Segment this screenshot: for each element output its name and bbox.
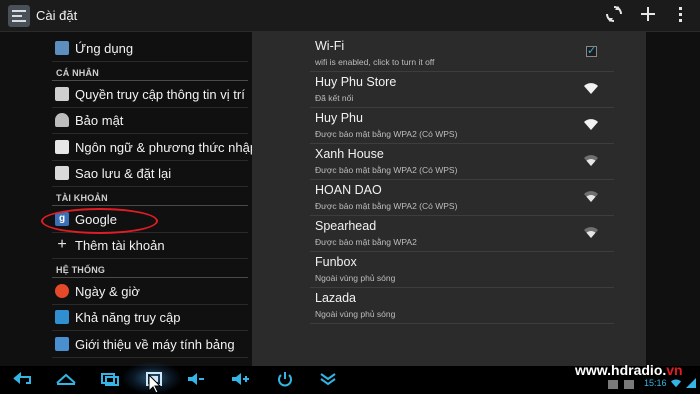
sidebar-item-language[interactable]: Ngôn ngữ & phương thức nhập [52,135,257,161]
sidebar-item-label: Khả năng truy cập [75,310,181,325]
network-status: Được bảo mật bằng WPA2 (Có WPS) [315,201,458,211]
network-status: Được bảo mật bằng WPA2 [315,237,417,247]
sidebar-item-label: Sao lưu & đặt lại [75,166,172,181]
plus-icon: + [57,236,67,253]
sidebar-item-accessibility[interactable]: Khả năng truy cập [52,305,248,331]
network-item[interactable]: Huy Phu Được bảo mật bằng WPA2 (Có WPS) [310,108,614,144]
clock-icon [55,284,69,298]
home-icon[interactable] [55,371,77,389]
watermark-suffix: vn [666,362,683,378]
wifi-signal-icon [584,83,598,94]
settings-app-icon[interactable] [8,5,30,27]
apps-icon [55,41,69,55]
sidebar-item-datetime[interactable]: Ngày & giờ [52,279,248,305]
sidebar-item-label: Ngày & giờ [75,284,140,299]
section-header-system: HỆ THỐNG [56,265,106,275]
volume-down-icon[interactable] [185,371,207,389]
sidebar-item-about[interactable]: Giới thiệu về máy tính bảng [52,332,248,358]
sidebar-item-label: Quyền truy cập thông tin vị trí [75,87,245,102]
sidebar-item-backup[interactable]: Sao lưu & đặt lại [52,161,248,187]
network-item[interactable]: Lazada Ngoài vùng phủ sóng [310,288,614,324]
network-status: Được bảo mật bằng WPA2 (Có WPS) [315,165,458,175]
sidebar-item-add-account[interactable]: + Thêm tài khoản [52,233,248,259]
wifi-toggle-row[interactable]: Wi-Fi wifi is enabled, click to turn it … [310,36,614,72]
network-item[interactable]: Funbox Ngoài vùng phủ sóng [310,252,614,288]
network-name: HOAN DAO [315,183,382,197]
tablet-icon [55,337,69,351]
accessibility-icon [55,310,69,324]
usb-icon [608,380,618,389]
watermark-main: www.hdradio. [575,362,667,378]
sync-icon[interactable] [602,4,626,28]
sidebar-item-label: Giới thiệu về máy tính bảng [75,337,235,352]
wifi-secured-signal-icon [584,227,598,238]
network-item[interactable]: Spearhead Được bảo mật bằng WPA2 [310,216,614,252]
network-status: Ngoài vùng phủ sóng [315,273,396,283]
network-item[interactable]: HOAN DAO Được bảo mật bằng WPA2 (Có WPS) [310,180,614,216]
section-header-personal: CÁ NHÂN [56,68,99,78]
network-name: Huy Phu [315,111,363,125]
network-name: Xanh House [315,147,384,161]
sidebar-item-label: Ứng dụng [75,41,134,56]
overflow-menu-icon[interactable] [668,4,692,28]
action-bar: Cài đặt [0,0,700,32]
network-item[interactable]: Xanh House Được bảo mật bằng WPA2 (Có WP… [310,144,614,180]
backup-icon [55,166,69,180]
sidebar-item-label: Thêm tài khoản [75,238,165,253]
page-title: Cài đặt [36,8,78,23]
status-clock: 15:16 [644,378,667,388]
network-name: Spearhead [315,219,377,233]
recent-apps-icon[interactable] [99,371,121,389]
wifi-status-icon [671,379,681,388]
location-icon [55,87,69,101]
highlight-annotation [41,208,158,234]
sidebar-item-label: Bảo mật [75,113,124,128]
sidebar-item-label: Ngôn ngữ & phương thức nhập [75,140,258,155]
network-status: Ngoài vùng phủ sóng [315,309,396,319]
section-divider [52,205,248,206]
section-header-accounts: TÀI KHOẢN [56,193,108,203]
hide-bar-icon[interactable] [317,371,339,389]
power-icon[interactable] [274,371,296,389]
download-icon [624,380,634,389]
section-divider [52,80,248,81]
network-name: Lazada [315,291,357,305]
sidebar-item-location[interactable]: Quyền truy cập thông tin vị trí [52,82,248,108]
lock-icon [55,113,69,127]
back-icon[interactable] [11,371,33,389]
network-status: Được bảo mật bằng WPA2 (Có WPS) [315,129,458,139]
sidebar-item-apps[interactable]: Ứng dụng [52,36,248,62]
wifi-toggle-status: wifi is enabled, click to turn it off [315,57,435,67]
wifi-checkbox[interactable]: ✓ [586,46,597,57]
add-icon[interactable] [636,4,660,28]
wifi-settings-pane: Wi-Fi wifi is enabled, click to turn it … [252,32,646,366]
network-name: Funbox [315,255,357,269]
section-divider [52,277,248,278]
network-name: Huy Phu Store [315,75,397,89]
wifi-secured-signal-icon [584,191,598,202]
wifi-secured-signal-icon [584,119,598,130]
language-icon [55,140,69,154]
network-status: Đã kết nối [315,93,354,103]
network-item[interactable]: Huy Phu Store Đã kết nối [310,72,614,108]
volume-up-icon[interactable] [229,371,251,389]
wifi-secured-signal-icon [584,155,598,166]
sidebar-item-security[interactable]: Bảo mật [52,108,248,134]
wifi-toggle-title: Wi-Fi [315,39,345,53]
signal-status-icon [686,378,696,388]
mouse-cursor-icon [148,374,162,394]
watermark: www.hdradio.vn [575,362,683,378]
right-gutter [646,32,700,366]
